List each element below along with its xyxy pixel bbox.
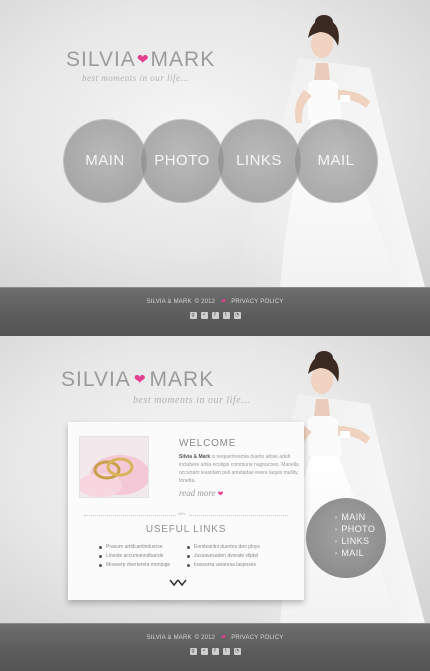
flickr-icon[interactable]: •	[200, 648, 208, 655]
side-nav-label: MAIL	[341, 548, 365, 558]
footer: SILVIA & MARK © 2012 ❤ PRIVACY POLICY g •…	[0, 623, 430, 671]
side-nav-photo[interactable]: › PHOTO	[335, 524, 375, 534]
arrow-icon: ›	[335, 551, 338, 557]
footer-year: © 2012	[194, 299, 216, 305]
footer: SILVIA & MARK © 2012 ❤ PRIVACY POLICY g •…	[0, 287, 430, 337]
content-panel: WELCOME Silvia & Mark is nequertreamia d…	[68, 422, 304, 600]
heart-icon: ❤	[221, 635, 227, 641]
tagline: best moments in our life...	[133, 395, 251, 406]
logo[interactable]: SILVIA❤MARK	[66, 48, 215, 72]
twitter-icon[interactable]: t	[222, 312, 230, 319]
heart-icon: ❤	[136, 51, 150, 67]
heart-icon: ❤	[133, 371, 147, 387]
logo-name-left: SILVIA	[66, 48, 136, 71]
rings-image	[79, 436, 149, 498]
side-nav-label: PHOTO	[341, 524, 376, 534]
logo[interactable]: SILVIA❤MARK	[61, 368, 214, 392]
footer-brand: SILVIA & MARK	[146, 635, 192, 641]
useful-link[interactable]: Irassorsa aviaresa lasposes	[186, 562, 286, 571]
nav-mail[interactable]: MAIL	[294, 119, 378, 203]
footer-brand: SILVIA & MARK	[146, 299, 192, 305]
nav-main[interactable]: MAIN	[63, 119, 147, 203]
welcome-strong: Silvia & Mark	[179, 454, 211, 460]
page: SILVIA❤MARK best moments in our life...	[0, 0, 430, 671]
logo-name-right: MARK	[149, 368, 215, 391]
google-plus-icon[interactable]: g	[189, 312, 197, 319]
useful-link[interactable]: Jussavesaden dvorate vilptel	[186, 553, 286, 562]
side-nav-links[interactable]: › LINKS	[335, 536, 369, 546]
useful-links-title: USEFUL LINKS	[145, 524, 227, 535]
nav-links[interactable]: LINKS	[217, 119, 301, 203]
useful-link[interactable]: Mosnerp dvertereta montoge	[98, 562, 198, 571]
social-icons: g • f t ◔	[0, 648, 430, 655]
privacy-policy-link[interactable]: PRIVACY POLICY	[231, 299, 283, 305]
heart-icon: ❤	[217, 490, 224, 498]
arrow-icon: ›	[335, 527, 338, 533]
hero-section: SILVIA❤MARK best moments in our life...	[0, 0, 430, 287]
read-more-label: read more	[179, 488, 216, 498]
footer-year: © 2012	[194, 635, 216, 641]
arrow-icon: ›	[335, 515, 338, 521]
privacy-policy-link[interactable]: PRIVACY POLICY	[231, 635, 283, 641]
logo-name-left: SILVIA	[61, 368, 131, 391]
facebook-icon[interactable]: f	[211, 648, 219, 655]
side-nav-label: LINKS	[341, 536, 370, 546]
useful-link[interactable]: Enmleantni duertos deo ploys	[186, 544, 286, 553]
logo-name-right: MARK	[150, 48, 216, 71]
chevron-down-icon[interactable]	[169, 578, 187, 588]
footer-text: SILVIA & MARK © 2012 ❤ PRIVACY POLICY	[0, 298, 430, 305]
links-column-2: Enmleantni duertos deo ploys Jussavesade…	[186, 544, 286, 571]
side-nav-label: MAIN	[341, 512, 366, 522]
tagline: best moments in our life...	[82, 73, 189, 83]
links-column-1: Praxum arttilcantinduerse Lineste accuma…	[98, 544, 198, 571]
arrow-icon: ›	[335, 539, 338, 545]
social-icons: g • f t ◔	[0, 312, 430, 319]
nav-photo[interactable]: PHOTO	[140, 119, 224, 203]
heart-icon: ❤	[221, 299, 227, 305]
flickr-icon[interactable]: •	[200, 312, 208, 319]
useful-link[interactable]: Praxum arttilcantinduerse	[98, 544, 198, 553]
divider-label: alles	[176, 511, 188, 516]
rss-icon[interactable]: ◔	[233, 648, 241, 655]
read-more-link[interactable]: read more ❤	[179, 488, 223, 498]
welcome-text: Silvia & Mark is nequertreamia duerto ar…	[179, 453, 299, 485]
google-plus-icon[interactable]: g	[189, 648, 197, 655]
rss-icon[interactable]: ◔	[233, 312, 241, 319]
twitter-icon[interactable]: t	[222, 648, 230, 655]
welcome-title: WELCOME	[179, 438, 237, 449]
facebook-icon[interactable]: f	[211, 312, 219, 319]
footer-text: SILVIA & MARK © 2012 ❤ PRIVACY POLICY	[0, 634, 430, 641]
side-nav-mail[interactable]: › MAIL	[335, 548, 364, 558]
side-nav-main[interactable]: › MAIN	[335, 512, 366, 522]
useful-link[interactable]: Lineste accumanndtuerde	[98, 553, 198, 562]
